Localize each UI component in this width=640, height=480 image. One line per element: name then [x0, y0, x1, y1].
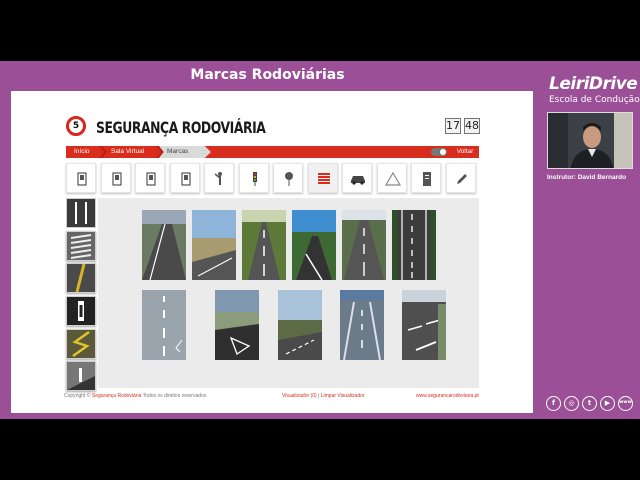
sign-portrait-icon: [112, 172, 122, 186]
photo-road-5[interactable]: [342, 210, 386, 280]
category-exercises[interactable]: [446, 163, 476, 193]
photo-road-7[interactable]: [142, 290, 186, 360]
photo-road-8[interactable]: [215, 290, 259, 360]
photo-road-11[interactable]: [402, 290, 446, 360]
side-item-edge-marks[interactable]: [66, 361, 96, 391]
breadcrumb-home[interactable]: Início: [66, 146, 106, 158]
app-screen: 5 SEGURANÇA RODOVIÁRIA 17 48 Início Sala…: [11, 91, 533, 413]
side-item-crosswalk[interactable]: [66, 231, 96, 261]
website-icon[interactable]: www: [618, 396, 633, 411]
road-markings-icon: [318, 173, 330, 184]
category-warnings[interactable]: [377, 163, 407, 193]
traffic-light-icon: [253, 172, 257, 186]
category-agents[interactable]: [204, 163, 234, 193]
copyright-link[interactable]: Segurança Rodoviária: [92, 393, 141, 399]
category-documents[interactable]: [411, 163, 441, 193]
viewer-controls: Visualizador (0) | Limpar Visualizador: [282, 393, 365, 399]
category-road-markings[interactable]: [308, 163, 338, 193]
side-item-longitudinal-marks[interactable]: [64, 196, 98, 230]
crosswalk-icon: [67, 232, 95, 260]
photo-road-9[interactable]: [278, 290, 322, 360]
back-button[interactable]: Voltar: [451, 146, 479, 158]
clock-minutes: 48: [464, 118, 480, 134]
breadcrumb-current: Marcas: [159, 146, 211, 158]
viewer-link[interactable]: Visualizador (0): [282, 393, 317, 399]
category-signs-4[interactable]: [170, 163, 200, 193]
instructor-label: Instrutor: David Bernardo: [547, 174, 627, 181]
photo-road-2[interactable]: [192, 210, 236, 280]
logo-icon: 5: [66, 116, 86, 136]
youtube-icon[interactable]: ▶: [600, 396, 615, 411]
sign-portrait-icon: [146, 172, 156, 186]
brand-subtitle: Escola de Condução: [549, 95, 640, 105]
facebook-icon[interactable]: f: [546, 396, 561, 411]
category-lights[interactable]: [239, 163, 269, 193]
clear-viewer-link[interactable]: Limpar Visualizador: [321, 393, 365, 399]
photo-road-6[interactable]: [392, 210, 436, 280]
side-item-yellow-line[interactable]: [66, 263, 96, 293]
site-logo-text: SEGURANÇA RODOVIÁRIA: [96, 118, 266, 137]
presentation-frame: Marcas Rodoviárias 5 SEGURANÇA RODOVIÁRI…: [0, 61, 640, 419]
category-vehicles[interactable]: [342, 163, 372, 193]
breadcrumb: Início Sala Virtual Marcas: [66, 146, 456, 158]
car-icon: [351, 176, 365, 185]
instructor-webcam: [547, 112, 633, 169]
category-toolbar: [66, 163, 480, 193]
copyright-text: Copyright © Segurança Rodoviária Todos o…: [64, 393, 207, 399]
webcam-feed: [548, 113, 632, 168]
category-signs-3[interactable]: [135, 163, 165, 193]
clock-hours: 17: [445, 118, 461, 134]
photo-road-3[interactable]: [242, 210, 286, 280]
signpost-icon: [285, 172, 293, 186]
document-icon: [423, 172, 431, 186]
photo-gallery: [98, 198, 479, 388]
sound-toggle[interactable]: [431, 148, 447, 156]
traffic-officer-icon: [214, 172, 222, 185]
sign-portrait-icon: [181, 172, 191, 186]
photo-road-10[interactable]: [340, 290, 384, 360]
breadcrumb-virtual-room[interactable]: Sala Virtual: [103, 146, 163, 158]
website-link[interactable]: www.segurancarodoviaria.pt: [416, 393, 479, 399]
window-title: Marcas Rodoviárias: [190, 67, 345, 83]
edge-marking-icon: [67, 362, 95, 390]
arrow-marking-icon: [67, 297, 95, 325]
twitter-icon[interactable]: t: [582, 396, 597, 411]
side-item-arrow-marks[interactable]: [66, 296, 96, 326]
pencil-icon: [457, 174, 467, 184]
sign-portrait-icon: [77, 172, 87, 186]
category-signpost[interactable]: [273, 163, 303, 193]
photo-road-1[interactable]: [142, 210, 186, 280]
brand-name: LeiriDrive: [549, 74, 638, 94]
zigzag-marking-icon: [67, 330, 95, 358]
yellow-line-icon: [67, 263, 95, 293]
category-signs-1[interactable]: [66, 163, 96, 193]
photo-road-4[interactable]: [292, 210, 336, 280]
warning-triangle-icon: [385, 171, 401, 186]
category-signs-2[interactable]: [101, 163, 131, 193]
lane-marking-icon: [67, 199, 95, 227]
side-item-zigzag[interactable]: [66, 329, 96, 359]
instagram-icon[interactable]: ◎: [564, 396, 579, 411]
